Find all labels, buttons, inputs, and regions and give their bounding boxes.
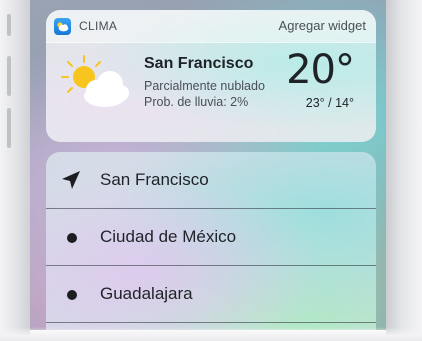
rain-chance: Prob. de lluvia: 2% <box>144 95 249 109</box>
list-item[interactable]: Ciudad de México <box>46 209 376 266</box>
weather-app-icon <box>54 18 71 35</box>
screen: CLIMA Agregar widget San Francisco Parci… <box>30 0 386 330</box>
list-item-label: Guadalajara <box>100 284 193 303</box>
side-button <box>7 14 11 36</box>
phone-frame-right <box>386 0 422 341</box>
volume-down-button <box>7 108 11 148</box>
dot-icon <box>67 233 77 243</box>
volume-up-button <box>7 56 11 96</box>
add-widget-button[interactable]: Agregar widget <box>279 18 366 33</box>
list-item-label: San Francisco <box>100 170 209 189</box>
location-list: San Francisco Ciudad de México Guadalaja… <box>46 152 376 330</box>
page: CLIMA Agregar widget San Francisco Parci… <box>0 0 422 341</box>
page-bottom-edge <box>0 327 422 341</box>
weather-condition: Parcialmente nublado <box>144 79 265 93</box>
app-name: CLIMA <box>79 19 118 33</box>
dot-icon <box>67 290 77 300</box>
list-item-label: Ciudad de México <box>100 227 237 246</box>
current-temperature: 20° <box>286 47 355 93</box>
location-arrow-icon <box>60 169 82 191</box>
divider <box>46 322 376 323</box>
weather-widget[interactable]: CLIMA Agregar widget San Francisco Parci… <box>46 10 376 142</box>
high-low-temperature: 23° / 14° <box>305 96 354 110</box>
phone-frame-left <box>0 0 30 341</box>
list-item[interactable]: San Francisco <box>46 152 376 209</box>
partly-cloudy-icon <box>60 54 130 110</box>
city-name: San Francisco <box>144 55 254 72</box>
list-item[interactable]: Guadalajara <box>46 266 376 323</box>
widget-header: CLIMA Agregar widget <box>46 10 376 43</box>
